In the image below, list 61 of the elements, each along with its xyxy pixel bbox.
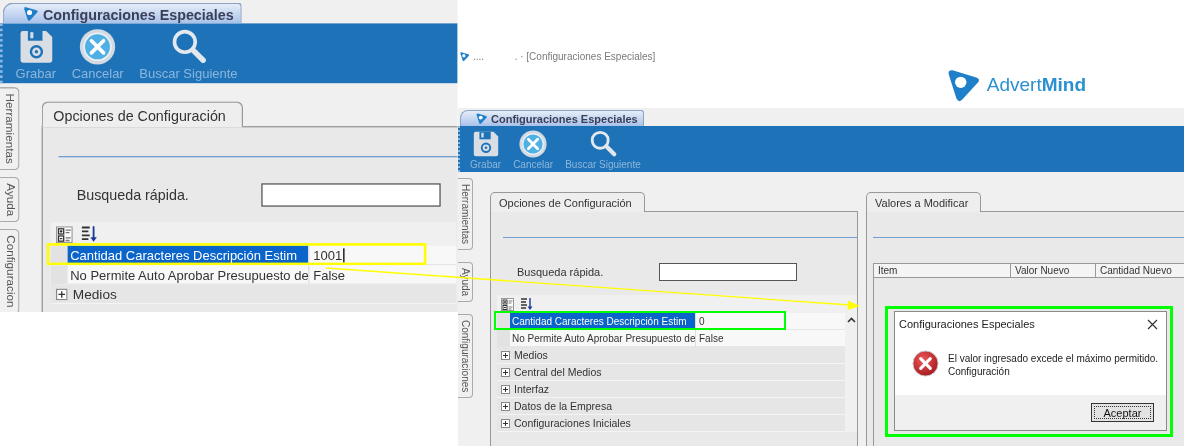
property-name: No Permite Auto Aprobar Presupuesto de bbox=[69, 266, 309, 284]
window-title: .... . · [Configuraciones Especiales] bbox=[473, 51, 656, 62]
column-header: Cantidad Nuevo bbox=[1096, 263, 1184, 278]
logo-icon bbox=[475, 112, 488, 125]
category-row[interactable]: Central del Medios bbox=[497, 364, 845, 381]
sort-button[interactable] bbox=[79, 223, 99, 245]
search-field[interactable] bbox=[261, 183, 441, 207]
expand-icon bbox=[501, 367, 510, 377]
brand-name: AdvertMind bbox=[986, 74, 1086, 96]
panel-tab[interactable]: Opciones de Configuración bbox=[41, 101, 243, 128]
expand-icon bbox=[55, 287, 68, 300]
expand-icon bbox=[501, 401, 510, 411]
side-tab[interactable]: Configuracion bbox=[0, 229, 20, 312]
expand-icon bbox=[501, 384, 510, 394]
error-icon bbox=[912, 350, 939, 377]
categorized-view-button[interactable] bbox=[54, 224, 75, 244]
column-header: Valor Nuevo bbox=[1011, 263, 1096, 278]
category-row[interactable]: Medios bbox=[497, 347, 845, 364]
expand-icon bbox=[501, 418, 510, 428]
panel-tab[interactable]: Opciones de Configuración bbox=[490, 192, 645, 212]
property-name: Cantidad Caracteres Descripción Estim bbox=[67, 245, 309, 264]
document-tab[interactable]: Configuraciones Especiales bbox=[2, 2, 242, 24]
property-row[interactable]: No Permite Auto Aprobar Presupuesto de False bbox=[497, 330, 845, 347]
dialog-title: Configuraciones Especiales bbox=[899, 318, 1035, 330]
cancel-icon bbox=[78, 27, 118, 67]
sort-icon bbox=[520, 297, 533, 311]
column-header: Item bbox=[873, 263, 1011, 278]
side-tab[interactable]: Configuraciones bbox=[458, 314, 473, 399]
property-row[interactable]: Cantidad Caracteres Descripción Estim 0 bbox=[497, 313, 845, 330]
categorized-view-button[interactable] bbox=[500, 296, 515, 312]
sort-icon bbox=[80, 224, 98, 244]
side-tab[interactable]: Herramientas bbox=[0, 87, 20, 171]
category-row[interactable]: Configuraciones Iniciales bbox=[497, 415, 845, 432]
expand-icon bbox=[501, 350, 510, 360]
sort-button[interactable] bbox=[519, 296, 534, 312]
scroll-up-icon bbox=[846, 317, 856, 323]
search-label: Busqueda rápida. bbox=[76, 187, 190, 203]
search-field[interactable] bbox=[659, 263, 797, 281]
close-icon bbox=[1147, 318, 1158, 330]
category-row[interactable]: Medios bbox=[50, 284, 457, 305]
property-name: Cantidad Caracteres Descripción Estim bbox=[510, 313, 695, 329]
categorized-icon bbox=[501, 297, 514, 311]
property-value[interactable]: False bbox=[308, 265, 457, 284]
side-tab[interactable]: Ayuda bbox=[0, 176, 20, 223]
side-tab[interactable]: Herramientas bbox=[458, 178, 473, 251]
document-tab[interactable]: Configuraciones Especiales bbox=[460, 110, 644, 126]
category-row[interactable]: Datos de la Empresa bbox=[497, 398, 845, 415]
property-row[interactable]: Cantidad Caracteres Descripción Estim 1001 bbox=[50, 245, 457, 266]
cancel-icon bbox=[518, 129, 549, 159]
dialog-message: El valor ingresado excede el máximo permitido. bbox=[948, 353, 1159, 364]
property-name: No Permite Auto Aprobar Presupuesto de bbox=[511, 331, 695, 346]
logo-icon bbox=[22, 5, 39, 23]
ok-button[interactable]: Aceptar bbox=[1091, 403, 1154, 422]
dialog-detail: Configuración bbox=[948, 366, 1011, 377]
categorized-icon bbox=[55, 225, 73, 243]
property-row[interactable]: No Permite Auto Aprobar Presupuesto de False bbox=[50, 265, 457, 285]
side-tab[interactable]: Ayuda bbox=[458, 262, 473, 303]
panel-tab[interactable]: Valores a Modificar bbox=[866, 192, 982, 212]
category-row[interactable]: Interfaz bbox=[497, 381, 845, 398]
property-value[interactable]: 1001 bbox=[308, 245, 457, 264]
search-label: Busqueda rápida. bbox=[517, 266, 605, 278]
